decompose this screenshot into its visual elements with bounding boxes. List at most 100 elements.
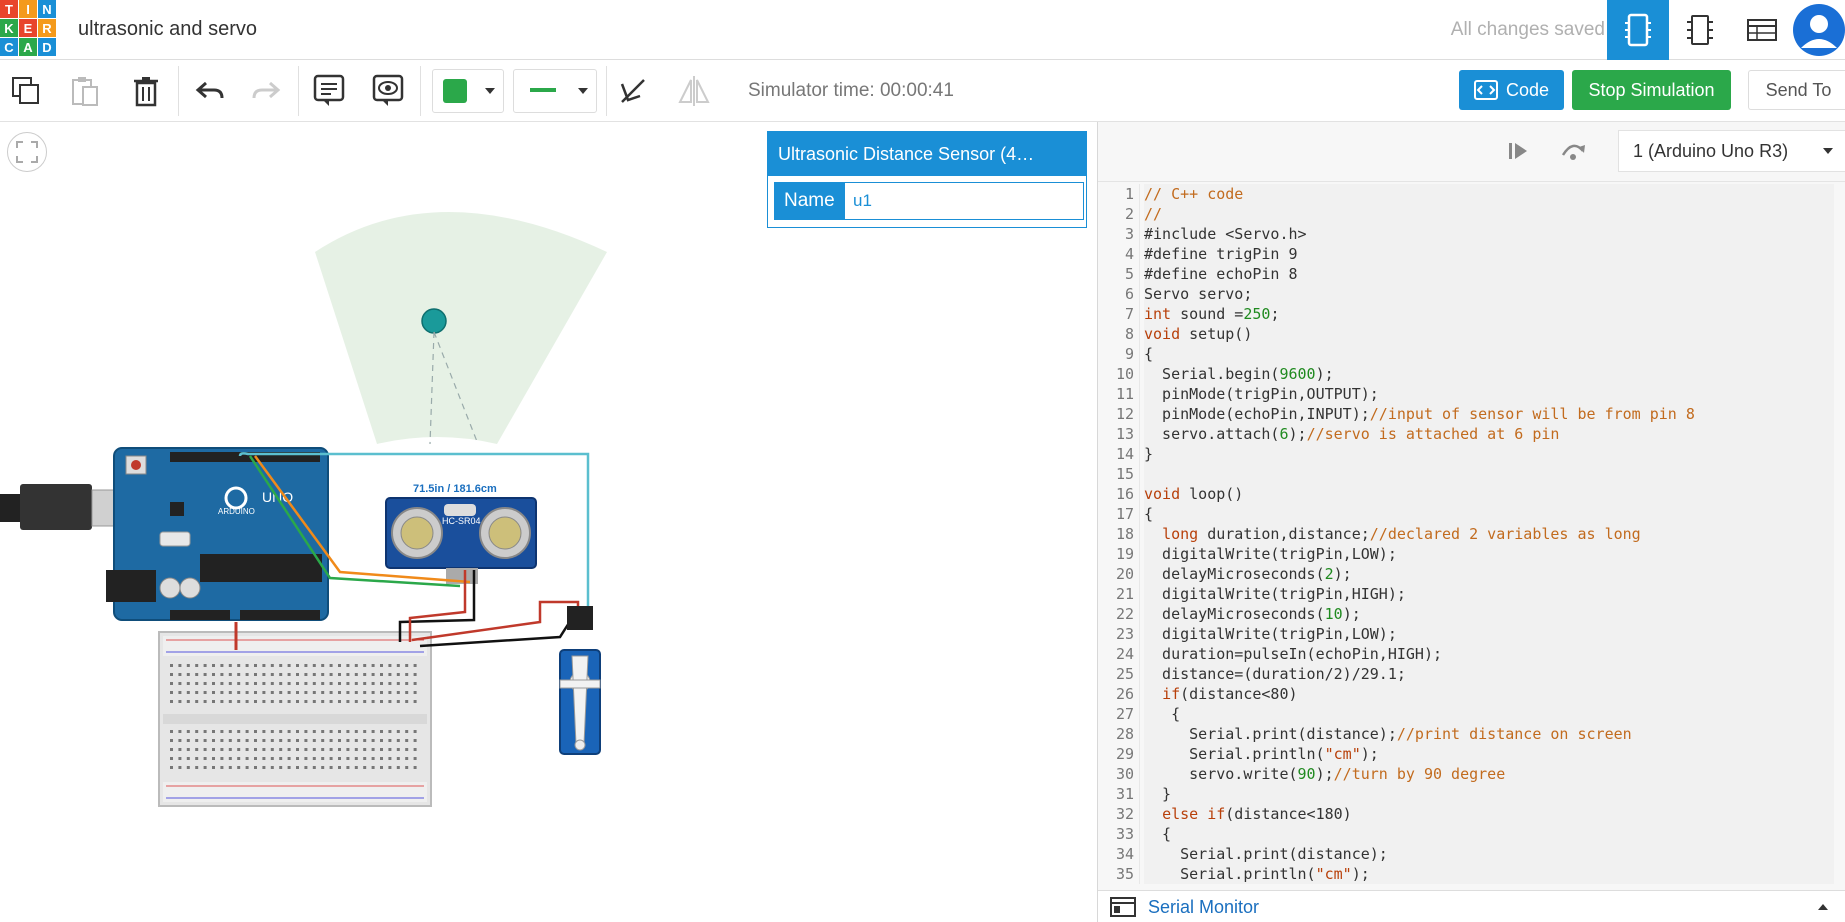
code-line[interactable]: digitalWrite(trigPin,LOW);	[1144, 624, 1834, 644]
code-line[interactable]	[1144, 464, 1834, 484]
code-text-area[interactable]: // C++ code//#include <Servo.h> #define t…	[1144, 184, 1834, 884]
step-icon	[1509, 143, 1527, 159]
code-line[interactable]: Serial.begin(9600);	[1144, 364, 1834, 384]
line-number: 29	[1115, 745, 1134, 763]
code-line[interactable]: digitalWrite(trigPin,LOW);	[1144, 544, 1834, 564]
toggle-notes-visibility-button[interactable]	[371, 74, 405, 108]
logo-letter: T	[0, 0, 18, 18]
caret-up-icon	[1818, 904, 1828, 910]
code-line[interactable]: int sound =250;	[1144, 304, 1834, 324]
tinkercad-logo[interactable]: TIN KER CAD	[0, 0, 56, 56]
step-over-button[interactable]	[1556, 134, 1590, 168]
code-line[interactable]: }	[1144, 784, 1834, 804]
code-line[interactable]: {	[1144, 704, 1834, 724]
code-line[interactable]: Serial.println("cm");	[1144, 864, 1834, 884]
code-line[interactable]: servo.attach(6);//servo is attached at 6…	[1144, 424, 1834, 444]
line-number: 19	[1115, 545, 1134, 563]
paste-button[interactable]	[68, 74, 102, 108]
name-field-input[interactable]: u1	[853, 191, 872, 211]
line-number: 21	[1115, 585, 1134, 603]
board-selector-dropdown[interactable]: 1 (Arduino Uno R3)	[1618, 130, 1845, 172]
code-line[interactable]: #define echoPin 8	[1144, 264, 1834, 284]
line-number: 2	[1124, 205, 1134, 223]
code-line[interactable]: servo.write(90);//turn by 90 degree	[1144, 764, 1834, 784]
undo-icon	[195, 81, 224, 99]
flip-button[interactable]	[677, 74, 711, 108]
code-button[interactable]: Code	[1459, 70, 1564, 110]
line-number: 14	[1115, 445, 1134, 463]
code-line[interactable]: delayMicroseconds(2);	[1144, 564, 1834, 584]
line-number: 11	[1115, 385, 1134, 403]
stop-simulation-button[interactable]: Stop Simulation	[1572, 70, 1731, 110]
breadboard	[158, 631, 432, 807]
code-editor-panel: 1 (Arduino Uno R3) 1 2 3 4 5 6 7 8 9 10 11 12 13 14 15…	[1097, 122, 1845, 922]
code-line[interactable]: else if(distance<180)	[1144, 804, 1834, 824]
target-object	[421, 308, 447, 334]
notes-button[interactable]	[312, 74, 346, 108]
code-line[interactable]: {	[1144, 504, 1834, 524]
project-title[interactable]: ultrasonic and servo	[78, 18, 257, 41]
line-number: 27	[1115, 705, 1134, 723]
code-line[interactable]: #define trigPin 9	[1144, 244, 1834, 264]
code-line[interactable]: }	[1144, 444, 1834, 464]
step-button[interactable]	[1502, 134, 1536, 168]
code-line[interactable]: Serial.print(distance);//print distance …	[1144, 724, 1834, 744]
code-line[interactable]: Servo servo;	[1144, 284, 1834, 304]
code-line[interactable]: // C++ code	[1144, 184, 1834, 204]
code-line[interactable]: distance=(duration/2)/29.1;	[1144, 664, 1834, 684]
logo-letter: I	[19, 0, 37, 18]
code-line[interactable]: #include <Servo.h>	[1144, 224, 1834, 244]
line-number: 31	[1115, 785, 1134, 803]
line-number: 33	[1115, 825, 1134, 843]
code-line[interactable]: Serial.println("cm");	[1144, 744, 1834, 764]
line-number: 6	[1124, 285, 1134, 303]
send-to-button[interactable]: Send To	[1748, 70, 1845, 110]
paste-icon	[72, 77, 98, 106]
line-number: 8	[1124, 325, 1134, 343]
line-number: 10	[1115, 365, 1134, 383]
line-number: 3	[1124, 225, 1134, 243]
code-line[interactable]: Serial.print(distance);	[1144, 844, 1834, 864]
line-number: 30	[1115, 765, 1134, 783]
line-number: 22	[1115, 605, 1134, 623]
note-icon	[313, 74, 345, 106]
code-line[interactable]: long duration,distance;//declared 2 vari…	[1144, 524, 1834, 544]
user-avatar[interactable]	[1793, 4, 1845, 56]
stop-simulation-label: Stop Simulation	[1588, 79, 1715, 100]
top-bar: TIN KER CAD ultrasonic and servo All chang…	[0, 0, 1845, 60]
code-line[interactable]: //	[1144, 204, 1834, 224]
code-line[interactable]: duration=pulseIn(echoPin,HIGH);	[1144, 644, 1834, 664]
code-line[interactable]: if(distance<80)	[1144, 684, 1834, 704]
align-button[interactable]	[616, 74, 650, 108]
simulator-time: Simulator time: 00:00:41	[748, 80, 954, 101]
code-line[interactable]: pinMode(trigPin,OUTPUT);	[1144, 384, 1834, 404]
line-number: 16	[1115, 485, 1134, 503]
code-line[interactable]: {	[1144, 344, 1834, 364]
code-line[interactable]: void loop()	[1144, 484, 1834, 504]
wire-style-dropdown[interactable]	[513, 69, 597, 113]
line-number: 17	[1115, 505, 1134, 523]
fill-color-dropdown[interactable]	[432, 69, 504, 113]
flip-icon	[678, 76, 710, 106]
delete-button[interactable]	[129, 74, 163, 108]
line-number: 1	[1124, 185, 1134, 203]
component-inspector: Ultrasonic Distance Sensor (4… Name u1	[767, 131, 1087, 228]
name-field-row: Name u1	[774, 182, 1084, 220]
component-list-button[interactable]	[1731, 0, 1793, 60]
undo-button[interactable]	[192, 74, 226, 108]
circuit-canvas[interactable]: ARDUINO UNO HC-SR04 71.5in / 181.6cm Ult…	[0, 122, 1097, 922]
code-line[interactable]: pinMode(echoPin,INPUT);//input of sensor…	[1144, 404, 1834, 424]
arduino-uno-board	[106, 447, 329, 621]
redo-button[interactable]	[250, 74, 284, 108]
code-editor-header: 1 (Arduino Uno R3)	[1098, 122, 1845, 182]
serial-monitor-bar[interactable]: Serial Monitor	[1098, 890, 1845, 922]
code-line[interactable]: delayMicroseconds(10);	[1144, 604, 1834, 624]
logo-letter: E	[19, 19, 37, 37]
code-line[interactable]: digitalWrite(trigPin,HIGH);	[1144, 584, 1834, 604]
circuit-view-button[interactable]	[1607, 0, 1669, 60]
code-line[interactable]: void setup()	[1144, 324, 1834, 344]
code-line[interactable]: {	[1144, 824, 1834, 844]
schematic-view-button[interactable]	[1669, 0, 1731, 60]
copy-button[interactable]	[9, 74, 43, 108]
step-over-icon	[1561, 144, 1585, 160]
